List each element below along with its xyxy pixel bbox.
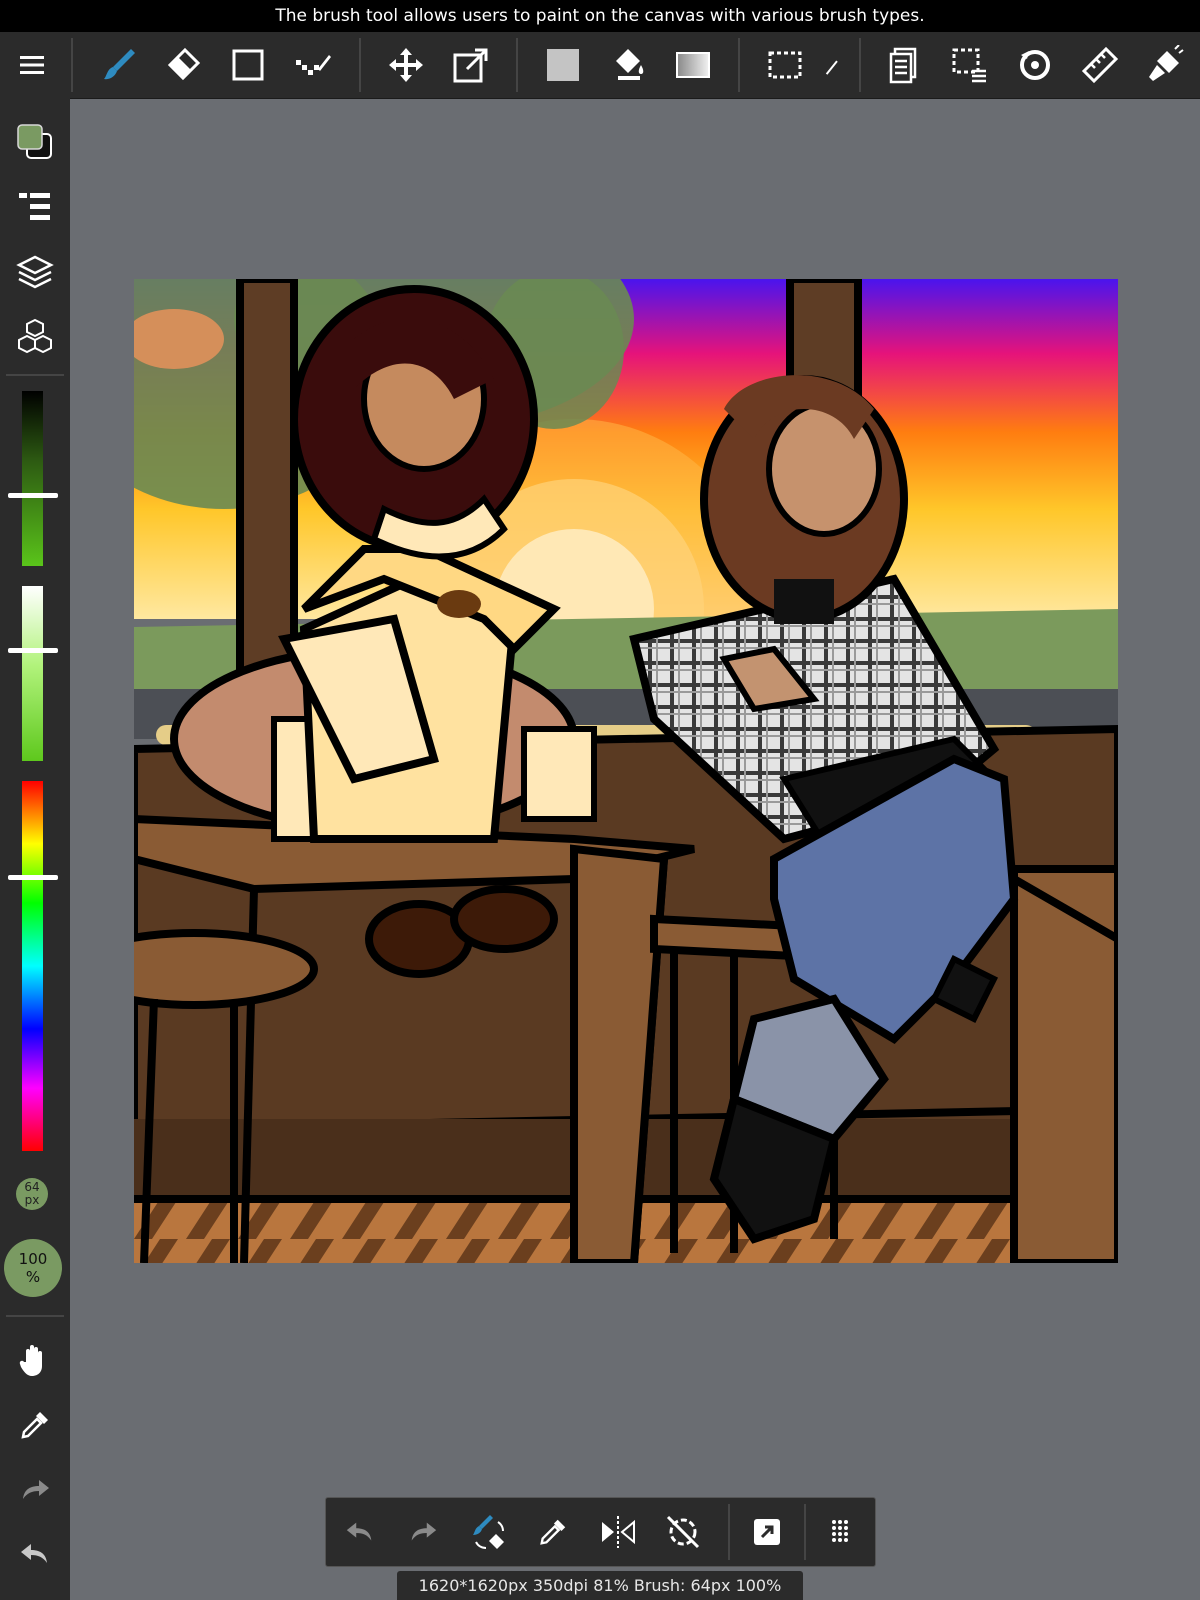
select-rect-button[interactable]	[761, 41, 809, 89]
saturation-slider[interactable]	[22, 586, 43, 761]
gradient-icon	[676, 52, 710, 78]
move-tool-button[interactable]	[382, 41, 430, 89]
brush-opacity-indicator[interactable]: 100%	[4, 1239, 62, 1297]
layers-icon	[16, 255, 54, 289]
bottom-toolbar	[325, 1497, 876, 1567]
brush-tool-button[interactable]	[95, 41, 143, 89]
tooltip-bar: The brush tool allows users to paint on …	[0, 0, 1200, 32]
grid-menu-button[interactable]	[816, 1508, 864, 1556]
magic-wand-icon	[825, 60, 838, 75]
rotate-button[interactable]	[1011, 41, 1059, 89]
tooltip-text: The brush tool allows users to paint on …	[275, 6, 925, 26]
rotate-reset-button[interactable]	[659, 1508, 707, 1556]
flip-button[interactable]	[594, 1508, 642, 1556]
ruler-icon	[1081, 46, 1119, 84]
materials-button[interactable]	[11, 313, 59, 361]
brush-opacity-unit: %	[25, 1268, 41, 1286]
export-button[interactable]	[743, 1508, 791, 1556]
export-icon	[754, 1519, 780, 1545]
toolbar-separator	[804, 1504, 806, 1560]
saturation-slider-handle[interactable]	[8, 648, 58, 653]
redo-button[interactable]	[11, 1466, 59, 1514]
hand-tool-button[interactable]	[11, 1336, 59, 1384]
eraser-tool-button[interactable]	[159, 41, 207, 89]
select-dotted-icon	[952, 48, 986, 83]
status-text: 1620*1620px 350dpi 81% Brush: 64px 100%	[418, 1576, 782, 1595]
brush-opacity-value: 100	[18, 1250, 48, 1268]
brush-size-unit: px	[24, 1193, 40, 1207]
shape-tool-button[interactable]	[224, 41, 272, 89]
eyedropper-icon	[21, 1412, 48, 1439]
copy-layer-icon	[889, 47, 917, 84]
fill-color-icon	[547, 49, 579, 81]
eraser-icon	[167, 47, 201, 81]
hue-slider[interactable]	[22, 781, 43, 1151]
bucket-icon	[616, 49, 644, 80]
layers-list-button[interactable]	[11, 183, 59, 231]
eyedropper-icon	[540, 1519, 566, 1545]
filter-icon	[1149, 45, 1184, 81]
ruler-button[interactable]	[1076, 41, 1124, 89]
copy-layer-button[interactable]	[881, 41, 929, 89]
fill-color-button[interactable]	[539, 41, 587, 89]
dot-pen-icon	[296, 55, 331, 75]
undo-icon	[21, 1544, 47, 1563]
brightness-slider[interactable]	[22, 391, 43, 566]
toolbar-separator	[516, 38, 518, 92]
select-dotted-button[interactable]	[946, 41, 994, 89]
undo-icon	[346, 1522, 372, 1541]
dot-pen-tool-button[interactable]	[289, 41, 337, 89]
eyedropper-button[interactable]	[11, 1401, 59, 1449]
redo-button[interactable]	[399, 1508, 447, 1556]
flip-icon	[602, 1516, 635, 1548]
transform-icon	[453, 48, 488, 83]
brush-size-indicator[interactable]: 64 px	[16, 1178, 48, 1210]
eyedropper-button[interactable]	[529, 1508, 577, 1556]
layers-list-icon	[19, 193, 50, 220]
magic-wand-button[interactable]	[824, 41, 850, 89]
menu-button[interactable]	[8, 41, 56, 89]
transform-tool-button[interactable]	[447, 41, 495, 89]
move-icon	[389, 48, 423, 82]
bucket-tool-button[interactable]	[604, 41, 652, 89]
color-swatch-icon	[17, 124, 52, 159]
sidebar-separator	[6, 374, 64, 376]
rotate-icon	[1020, 50, 1050, 80]
gradient-tool-button[interactable]	[669, 41, 717, 89]
menu-icon	[20, 56, 44, 74]
shape-icon	[232, 49, 264, 81]
hue-slider-handle[interactable]	[8, 875, 58, 880]
brush-icon	[104, 49, 135, 80]
filter-button[interactable]	[1141, 41, 1189, 89]
color-swatch[interactable]	[11, 118, 59, 166]
toolbar-separator	[728, 1504, 730, 1560]
toolbar-separator	[71, 38, 73, 92]
select-rect-icon	[768, 51, 802, 79]
primary-color	[17, 124, 43, 150]
brush-size-value: 64	[24, 1180, 40, 1194]
left-sidebar: 64 px 100%	[0, 98, 70, 1600]
brush-eraser-toggle-button[interactable]	[464, 1508, 512, 1556]
toolbar-separator	[359, 38, 361, 92]
redo-icon	[23, 1480, 49, 1499]
rotate-reset-icon	[666, 1515, 700, 1549]
status-bar: 1620*1620px 350dpi 81% Brush: 64px 100%	[397, 1571, 803, 1600]
hand-icon	[19, 1345, 42, 1376]
toolbar-separator	[738, 38, 740, 92]
brush-eraser-toggle-icon	[473, 1515, 504, 1549]
undo-button[interactable]	[11, 1530, 59, 1578]
top-toolbar	[0, 32, 1200, 99]
materials-icon	[18, 318, 52, 354]
redo-icon	[411, 1522, 437, 1541]
grid-menu-icon	[832, 1520, 848, 1542]
brightness-slider-handle[interactable]	[8, 493, 58, 498]
undo-button[interactable]	[336, 1508, 384, 1556]
artwork	[134, 279, 1118, 1263]
layers-button[interactable]	[11, 248, 59, 296]
toolbar-separator	[859, 38, 861, 92]
sidebar-separator	[6, 1315, 64, 1317]
drawing-canvas[interactable]	[134, 279, 1118, 1263]
